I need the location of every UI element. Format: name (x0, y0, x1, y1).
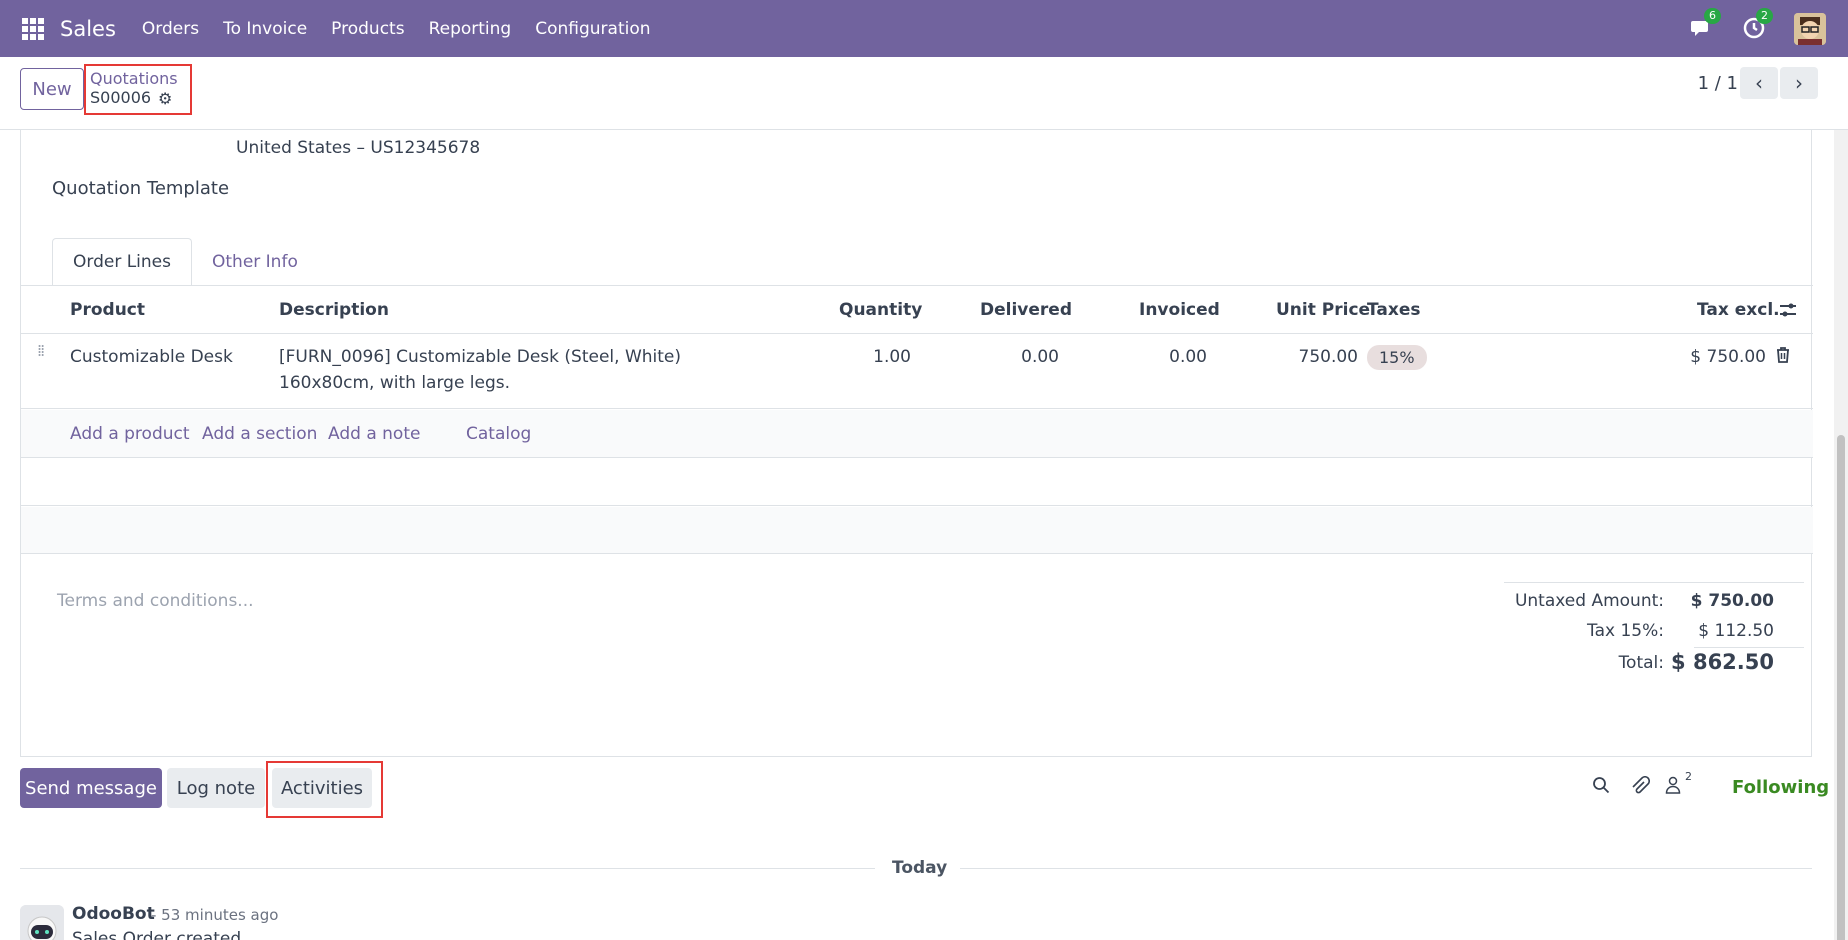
order-lines-header: Product Description Quantity Delivered I… (21, 286, 1813, 334)
add-line-row: Add a product Add a section Add a note C… (21, 410, 1813, 458)
search-icon[interactable] (1592, 776, 1610, 799)
col-invoiced[interactable]: Invoiced (1139, 300, 1220, 320)
empty-row (21, 459, 1813, 506)
drag-handle-icon[interactable]: ⁞⁞ (37, 343, 45, 359)
col-delivered[interactable]: Delivered (980, 300, 1072, 320)
pager-value[interactable]: 1 / 1 (1698, 73, 1738, 94)
total-value: $ 862.50 (1671, 650, 1774, 674)
table-row[interactable]: ⁞⁞ Customizable Desk [FURN_0096] Customi… (21, 335, 1813, 409)
app-name[interactable]: Sales (60, 17, 116, 41)
row-unit-price[interactable]: 750.00 (1299, 347, 1358, 367)
tax-value: $ 112.50 (1698, 621, 1774, 641)
row-description-line1[interactable]: [FURN_0096] Customizable Desk (Steel, Wh… (279, 347, 681, 367)
day-separator: Today (892, 858, 948, 878)
terms-and-conditions-field[interactable]: Terms and conditions... (57, 591, 254, 611)
odoobot-avatar[interactable] (20, 905, 64, 940)
row-quantity[interactable]: 1.00 (873, 347, 911, 367)
breadcrumb-quotations[interactable]: Quotations (90, 69, 178, 88)
form-sheet: United States – US12345678 Quotation Tem… (20, 130, 1813, 757)
col-unit-price[interactable]: Unit Price (1276, 300, 1370, 320)
user-avatar[interactable] (1794, 12, 1826, 45)
pager-previous-button[interactable]: ‹ (1740, 67, 1778, 99)
untaxed-amount-value: $ 750.00 (1690, 591, 1774, 611)
paperclip-icon[interactable] (1630, 775, 1651, 801)
add-note-link[interactable]: Add a note (328, 424, 420, 444)
control-panel: New Quotations S00006 ⚙ 1 / 1 ‹ › (0, 57, 1848, 130)
pager-next-button[interactable]: › (1780, 67, 1818, 99)
message-body: Sales Order created (72, 929, 242, 940)
chevron-left-icon: ‹ (1755, 71, 1763, 95)
totals-summary: Untaxed Amount: $ 750.00 Tax 15%: $ 112.… (1504, 582, 1804, 674)
tab-other-info[interactable]: Other Info (192, 238, 318, 286)
messages-badge: 6 (1704, 7, 1721, 24)
breadcrumb: Quotations S00006 ⚙ (84, 64, 192, 115)
send-message-button[interactable]: Send message (20, 768, 162, 808)
trash-icon[interactable] (1776, 347, 1790, 368)
app-menu-icon[interactable] (22, 17, 44, 40)
total-label: Total: (1618, 653, 1664, 673)
activities-button[interactable]: 2 (1742, 7, 1773, 42)
menu-to-invoice[interactable]: To Invoice (211, 19, 319, 39)
top-navbar: Sales Orders To Invoice Products Reporti… (0, 0, 1848, 57)
row-invoiced[interactable]: 0.00 (1169, 347, 1207, 367)
log-note-button[interactable]: Log note (167, 768, 265, 808)
new-button[interactable]: New (20, 68, 84, 110)
menu-orders[interactable]: Orders (130, 19, 211, 39)
col-product[interactable]: Product (70, 300, 145, 320)
followers-count: 2 (1685, 770, 1692, 783)
messages-button[interactable]: 6 (1690, 7, 1721, 42)
menu-reporting[interactable]: Reporting (417, 19, 524, 39)
user-icon (1665, 776, 1681, 794)
activities-badge: 2 (1756, 7, 1773, 24)
row-tax-badge[interactable]: 15% (1367, 345, 1427, 370)
col-quantity[interactable]: Quantity (839, 300, 922, 320)
message-time: - 53 minutes ago (151, 906, 279, 924)
day-separator-line (20, 868, 875, 869)
col-tax-excl[interactable]: Tax excl. (1697, 300, 1780, 320)
add-section-link[interactable]: Add a section (202, 424, 317, 444)
message-author[interactable]: OdooBot (72, 904, 155, 924)
menu-configuration[interactable]: Configuration (523, 19, 662, 39)
untaxed-amount-label: Untaxed Amount: (1514, 591, 1664, 611)
record-name: S00006 (90, 88, 152, 107)
catalog-link[interactable]: Catalog (466, 424, 531, 444)
following-button[interactable]: Following (1732, 777, 1829, 798)
chevron-right-icon: › (1795, 71, 1803, 95)
col-description[interactable]: Description (279, 300, 389, 320)
day-separator-line (960, 868, 1812, 869)
col-taxes[interactable]: Taxes (1367, 300, 1421, 320)
activities-highlight (266, 761, 383, 818)
tax-label: Tax 15%: (1587, 621, 1664, 641)
totals-divider (1694, 647, 1804, 648)
notebook-tabs: Order Lines Other Info (52, 238, 318, 286)
scrollbar[interactable] (1834, 130, 1848, 940)
add-product-link[interactable]: Add a product (70, 424, 190, 444)
column-settings-icon[interactable] (1779, 302, 1797, 323)
quotation-template-label: Quotation Template (52, 178, 230, 199)
scrollbar-thumb[interactable] (1837, 435, 1845, 940)
row-tax-excl: $ 750.00 (1690, 347, 1766, 367)
empty-row (21, 507, 1813, 554)
tab-order-lines[interactable]: Order Lines (52, 238, 192, 286)
row-description-line2[interactable]: 160x80cm, with large legs. (279, 373, 510, 393)
customer-vat-line: United States – US12345678 (236, 138, 481, 158)
followers-button[interactable]: 2 (1665, 770, 1692, 799)
row-delivered[interactable]: 0.00 (1021, 347, 1059, 367)
row-product[interactable]: Customizable Desk (70, 347, 233, 367)
menu-products[interactable]: Products (319, 19, 416, 39)
gear-icon[interactable]: ⚙ (158, 89, 172, 108)
